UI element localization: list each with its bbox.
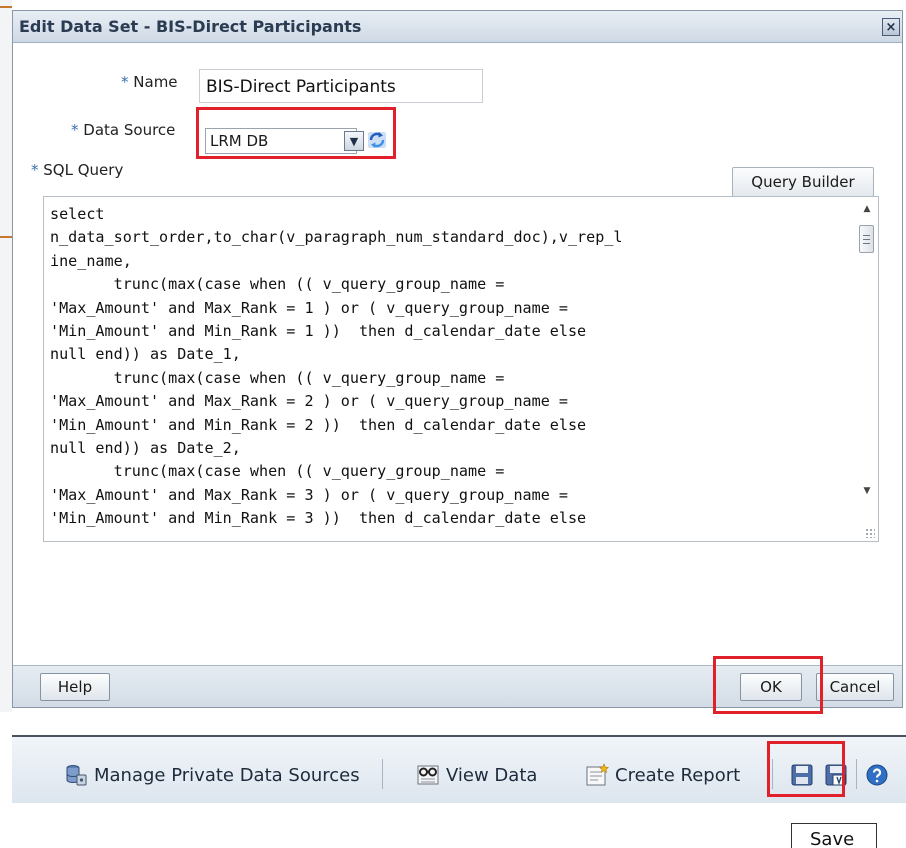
background-page-edge: [0, 0, 12, 712]
scroll-up-icon[interactable]: ▲: [861, 203, 873, 215]
dialog-titlebar[interactable]: Edit Data Set - BIS-Direct Participants …: [13, 11, 902, 43]
create-report-button[interactable]: Create Report: [585, 762, 740, 788]
background-mark: [0, 6, 12, 8]
sql-query-textarea[interactable]: select n_data_sort_order,to_char(v_parag…: [43, 196, 879, 542]
background-mark: [0, 236, 12, 238]
required-marker: *: [31, 161, 39, 179]
edit-data-set-dialog: Edit Data Set - BIS-Direct Participants …: [12, 10, 903, 708]
help-button[interactable]: Help: [40, 673, 110, 701]
view-data-button[interactable]: View Data: [416, 762, 537, 788]
toolbar-separator: [856, 759, 857, 789]
dialog-title: Edit Data Set - BIS-Direct Participants: [19, 17, 362, 36]
help-toolbar-button[interactable]: [865, 762, 889, 788]
sql-scrollbar[interactable]: ▲ ▼: [856, 197, 878, 541]
glasses-icon: [417, 765, 439, 785]
create-report-label: Create Report: [615, 764, 741, 786]
query-builder-button[interactable]: Query Builder: [732, 167, 874, 197]
sql-query-label: * SQL Query: [31, 161, 124, 179]
highlight-box-save: [767, 741, 845, 797]
close-icon: ×: [885, 19, 897, 35]
manage-private-data-sources-button[interactable]: Manage Private Data Sources: [64, 762, 360, 788]
database-icon: [66, 765, 87, 786]
help-icon: [866, 764, 888, 786]
cancel-button[interactable]: Cancel: [816, 673, 894, 701]
name-label: * Name: [121, 73, 178, 91]
toolbar-separator: [382, 759, 383, 789]
screenshot-stage: Edit Data Set - BIS-Direct Participants …: [0, 0, 906, 848]
highlight-box-ok: [713, 656, 823, 714]
name-input[interactable]: BIS-Direct Participants: [199, 69, 483, 103]
scroll-down-icon[interactable]: ▼: [861, 485, 873, 497]
save-tooltip: Save: [791, 823, 877, 848]
sql-query-text: select n_data_sort_order,to_char(v_parag…: [50, 205, 623, 528]
data-source-label: * Data Source: [71, 121, 176, 139]
view-data-label: View Data: [446, 764, 538, 786]
highlight-box-data-source: [196, 107, 396, 159]
manage-private-data-sources-label: Manage Private Data Sources: [94, 764, 360, 786]
report-icon: [586, 763, 609, 786]
scrollbar-thumb[interactable]: [859, 225, 874, 253]
required-marker: *: [71, 121, 79, 139]
required-marker: *: [121, 73, 129, 91]
close-button[interactable]: ×: [882, 18, 900, 36]
resize-grip-icon[interactable]: [865, 528, 875, 538]
